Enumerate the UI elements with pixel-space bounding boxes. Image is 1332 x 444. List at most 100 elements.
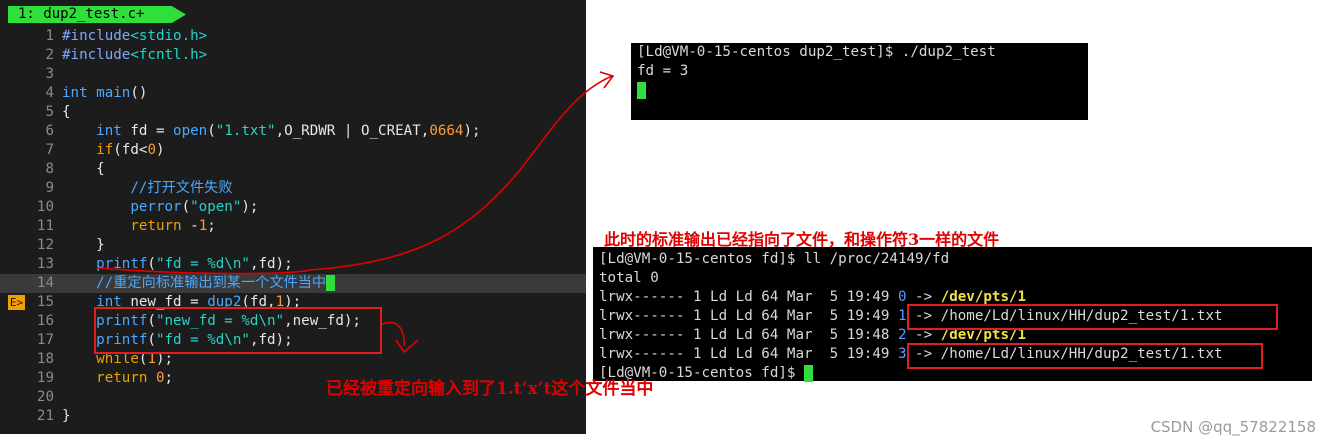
code-line[interactable]: 3: [0, 65, 586, 84]
vim-editor[interactable]: 1: dup2_test.c+ 1 #include<stdio.h> 2 #incl…: [0, 0, 586, 434]
line-number: 7: [45, 142, 54, 158]
terminal-line: fd = 3: [637, 62, 688, 81]
terminal-line: [Ld@VM-0-15-centos fd]$ ll /proc/24149/f…: [599, 250, 949, 269]
code-token: ;: [164, 370, 174, 386]
code-token: );: [463, 123, 481, 139]
code-text: int fd = open("1.txt",O_RDWR | O_CREAT,0…: [62, 122, 481, 141]
code-token: {: [62, 161, 105, 177]
code-line[interactable]: 5{: [0, 103, 586, 122]
code-line[interactable]: 6 int fd = open("1.txt",O_RDWR | O_CREAT…: [0, 122, 586, 141]
code-text: #include<fcntl.h>: [62, 46, 207, 65]
terminal-text: 3: [897, 346, 907, 362]
code-line[interactable]: 7 if(fd<0): [0, 141, 586, 160]
code-line[interactable]: 13 printf("fd = %d\n",fd);: [0, 255, 586, 274]
line-number: 16: [36, 313, 54, 329]
line-number: 3: [45, 66, 54, 82]
code-token: 0664: [429, 123, 464, 139]
highlight-box-fd1: [907, 304, 1278, 330]
code-text: {: [62, 103, 71, 122]
terminal-text: [Ld@VM-0-15-centos dup2_test]$ ./dup2_te…: [637, 44, 996, 60]
editor-tab[interactable]: 1: dup2_test.c+: [8, 6, 186, 23]
watermark: CSDN @qq_57822158: [1150, 418, 1316, 436]
terminal-text: lrwx------ 1 Ld Ld 64 Mar 5 19:49: [599, 346, 898, 362]
code-token: int: [62, 85, 88, 101]
code-token: <fcntl.h>: [130, 47, 208, 63]
code-text: return -1;: [62, 217, 216, 236]
code-text: //打开文件失败: [62, 179, 233, 198]
code-token: ,O_RDWR | O_CREAT,: [275, 123, 430, 139]
code-token: perror: [130, 199, 182, 215]
code-token: }: [62, 408, 71, 424]
code-token: ;: [207, 218, 216, 234]
terminal-line: total 0: [599, 269, 659, 288]
line-number: 10: [36, 199, 54, 215]
line-number: 17: [36, 332, 54, 348]
code-token: "1.txt": [215, 123, 276, 139]
code-token: (: [207, 123, 216, 139]
line-number: 12: [36, 237, 54, 253]
terminal-line: [637, 81, 646, 100]
code-line[interactable]: 9 //打开文件失败: [0, 179, 586, 198]
line-number: 15: [36, 294, 54, 310]
line-number: 6: [45, 123, 54, 139]
terminal-text: [Ld@VM-0-15-centos fd]$ ll /proc/24149/f…: [599, 251, 950, 267]
terminal-text: lrwx------ 1 Ld Ld 64 Mar 5 19:49: [599, 308, 898, 324]
code-token: fd =: [121, 123, 174, 139]
code-token: if: [96, 142, 114, 158]
code-line[interactable]: 2 #include<fcntl.h>: [0, 46, 586, 65]
code-line[interactable]: 4 int main(): [0, 84, 586, 103]
code-line[interactable]: 10 perror("open");: [0, 198, 586, 217]
code-token: 0: [147, 142, 156, 158]
line-number: 18: [36, 351, 54, 367]
line-number: 21: [36, 408, 54, 424]
code-token: );: [241, 199, 259, 215]
code-token: 0: [155, 370, 165, 386]
code-token: ,fd);: [249, 256, 293, 272]
arrow-to-output-head: [599, 71, 615, 89]
code-token: #include: [62, 47, 131, 63]
code-text: perror("open");: [62, 198, 258, 217]
terminal-run-output[interactable]: [Ld@VM-0-15-centos dup2_test]$ ./dup2_te…: [631, 43, 1088, 120]
code-line[interactable]: 21}: [0, 407, 586, 426]
code-text: printf("fd = %d\n",fd);: [62, 255, 293, 274]
line-number: 14: [36, 275, 54, 291]
code-token: ): [155, 142, 165, 158]
code-token: (: [181, 199, 191, 215]
terminal-line: [Ld@VM-0-15-centos dup2_test]$ ./dup2_te…: [637, 43, 996, 62]
code-token: return: [96, 370, 148, 386]
highlight-box-fd3: [907, 343, 1263, 369]
code-token: (): [130, 85, 148, 101]
annotation-stdout-note: 此时的标准输出已经指向了文件，和操作符3一样的文件: [604, 230, 1000, 249]
code-line[interactable]: 8 {: [0, 160, 586, 179]
highlight-box-printf-lines: [94, 307, 382, 354]
code-token: <stdio.h>: [130, 28, 208, 44]
line-number: 20: [36, 389, 54, 405]
code-token: main: [96, 85, 131, 101]
code-line[interactable]: 11 return -1;: [0, 217, 586, 236]
code-token: }: [62, 237, 105, 253]
terminal-text: lrwx------ 1 Ld Ld 64 Mar 5 19:49: [599, 289, 898, 305]
code-token: //打开文件失败: [130, 180, 233, 196]
code-line[interactable]: 14 //重定向标准输出到某一个文件当中: [0, 274, 586, 293]
code-text: }: [62, 407, 71, 426]
line-number: 5: [45, 104, 54, 120]
code-token: return: [130, 218, 182, 234]
code-text: if(fd<0): [62, 141, 165, 160]
code-text: //重定向标准输出到某一个文件当中: [62, 274, 335, 293]
code-token: int: [96, 123, 122, 139]
terminal-cursor: [804, 364, 813, 382]
code-line[interactable]: 1 #include<stdio.h>: [0, 27, 586, 46]
code-token: "open": [190, 199, 242, 215]
code-line[interactable]: 12 }: [0, 236, 586, 255]
code-token: "fd = %d\n": [155, 256, 250, 272]
line-number: 19: [36, 370, 54, 386]
line-number: 8: [45, 161, 54, 177]
